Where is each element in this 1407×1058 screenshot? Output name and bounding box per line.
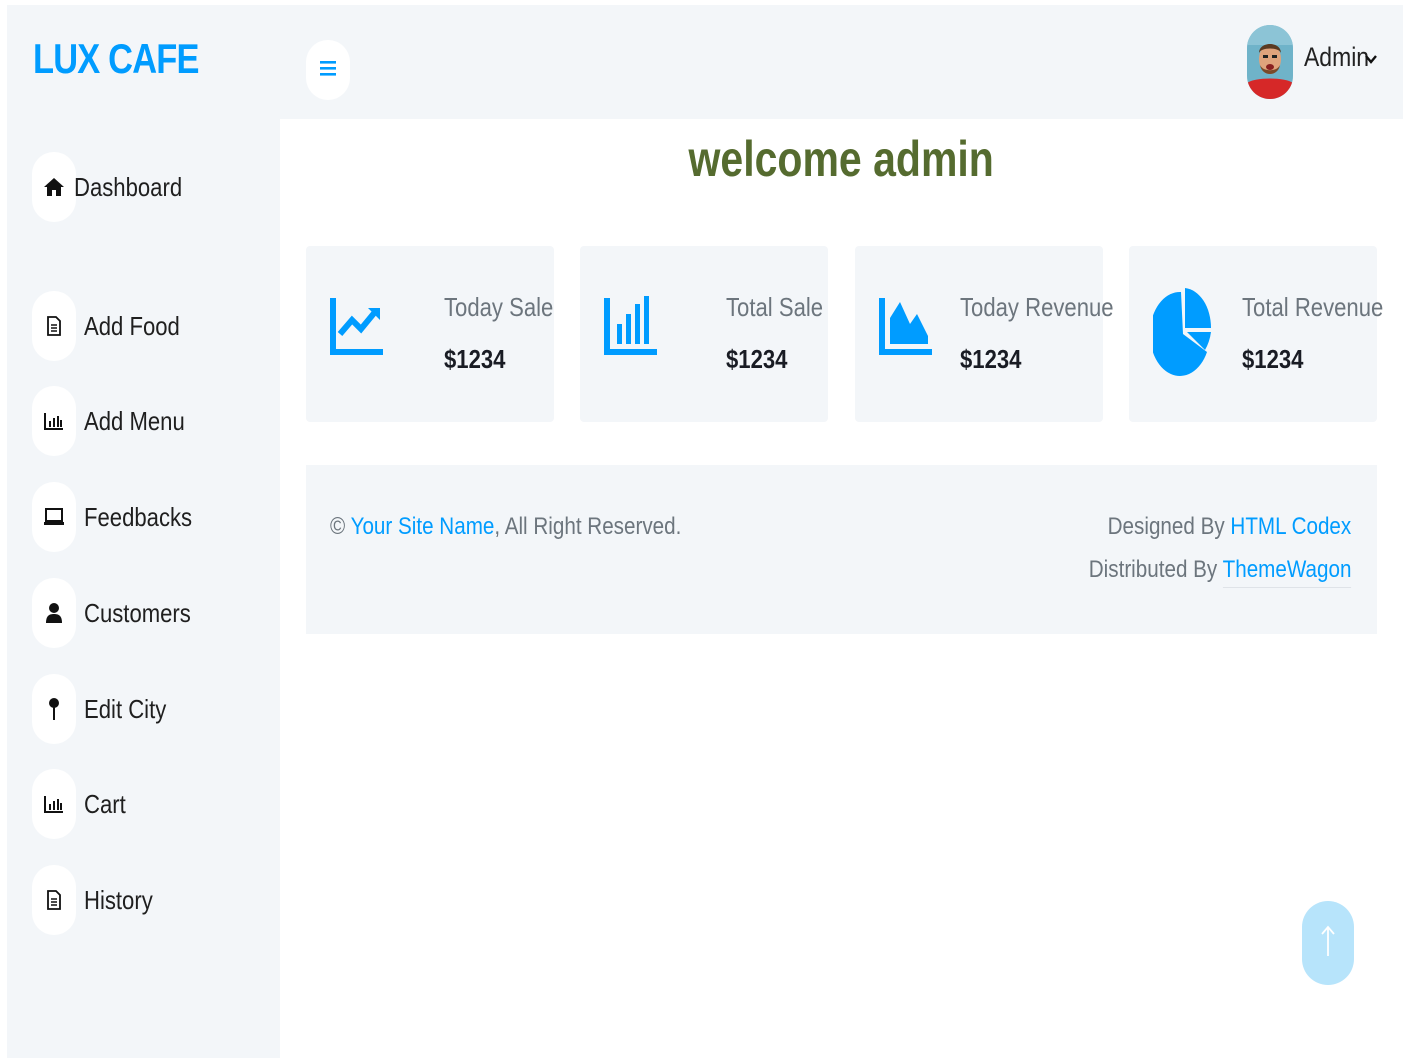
bar-chart-icon [604, 290, 658, 361]
file-icon [32, 291, 76, 361]
sidebar: LUX CAFE Dashboard Add Food Add Menu Fee… [7, 5, 280, 1058]
user-icon [32, 578, 76, 648]
copyright: © Your Site Name, All Right Reserved. [330, 513, 682, 540]
sidebar-item-customers[interactable]: Customers [32, 578, 272, 648]
file-icon [32, 865, 76, 935]
line-chart-icon [330, 290, 384, 361]
sidebar-item-label: Add Menu [84, 405, 185, 436]
footer: © Your Site Name, All Right Reserved. De… [306, 465, 1377, 634]
sidebar-item-label: Customers [84, 597, 191, 628]
card-title: Total Revenue [1242, 292, 1384, 322]
sidebar-item-add-menu[interactable]: Add Menu [32, 386, 272, 456]
sidebar-item-feedbacks[interactable]: Feedbacks [32, 482, 272, 552]
sidebar-toggle-button[interactable] [306, 40, 350, 100]
bar-chart-icon [32, 386, 76, 456]
area-chart-icon [879, 290, 933, 361]
card-value: $1234 [726, 344, 788, 374]
card-value: $1234 [960, 344, 1022, 374]
bar-chart-icon [32, 769, 76, 839]
sidebar-item-label: Cart [84, 788, 126, 819]
distributor-link[interactable]: ThemeWagon [1222, 556, 1351, 588]
sidebar-item-label: Edit City [84, 693, 167, 724]
stat-card-today-revenue: Today Revenue $1234 [855, 246, 1114, 422]
page-title: welcome admin [688, 131, 995, 187]
card-value: $1234 [1242, 344, 1304, 374]
arrow-up-icon [1321, 924, 1335, 963]
laptop-icon [32, 482, 76, 552]
sidebar-item-label: History [84, 884, 153, 915]
back-to-top-button[interactable] [1302, 901, 1354, 985]
card-value: $1234 [444, 344, 506, 374]
site-name-link[interactable]: Your Site Name [351, 513, 495, 540]
avatar[interactable] [1247, 25, 1293, 99]
designed-by: Designed By HTML Codex [1107, 513, 1351, 540]
hamburger-icon [320, 58, 336, 83]
sidebar-item-add-food[interactable]: Add Food [32, 291, 272, 361]
designer-link[interactable]: HTML Codex [1230, 513, 1351, 540]
brand-logo[interactable]: LUX CAFE [33, 35, 199, 83]
card-title: Total Sale [726, 292, 824, 322]
sidebar-item-label: Dashboard [74, 171, 183, 202]
chevron-down-icon[interactable] [1365, 51, 1377, 69]
sidebar-item-history[interactable]: History [32, 865, 272, 935]
pie-chart-icon [1149, 288, 1213, 383]
sidebar-item-label: Feedbacks [84, 501, 193, 532]
map-pin-icon [32, 674, 76, 744]
sidebar-item-edit-city[interactable]: Edit City [32, 674, 272, 744]
card-title: Today Sale [444, 292, 554, 322]
sidebar-item-cart[interactable]: Cart [32, 769, 272, 839]
sidebar-item-dashboard[interactable]: Dashboard [32, 152, 272, 222]
home-icon [32, 152, 76, 222]
stat-card-total-revenue: Total Revenue $1234 [1129, 246, 1383, 422]
topbar: Admin [280, 5, 1403, 119]
user-name[interactable]: Admin [1304, 42, 1369, 73]
stat-card-total-sale: Total Sale $1234 [580, 246, 828, 422]
distributed-by: Distributed By ThemeWagon [1088, 556, 1351, 588]
stat-card-today-sale: Today Sale $1234 [306, 246, 554, 422]
card-title: Today Revenue [960, 292, 1114, 322]
sidebar-item-label: Add Food [84, 310, 180, 341]
